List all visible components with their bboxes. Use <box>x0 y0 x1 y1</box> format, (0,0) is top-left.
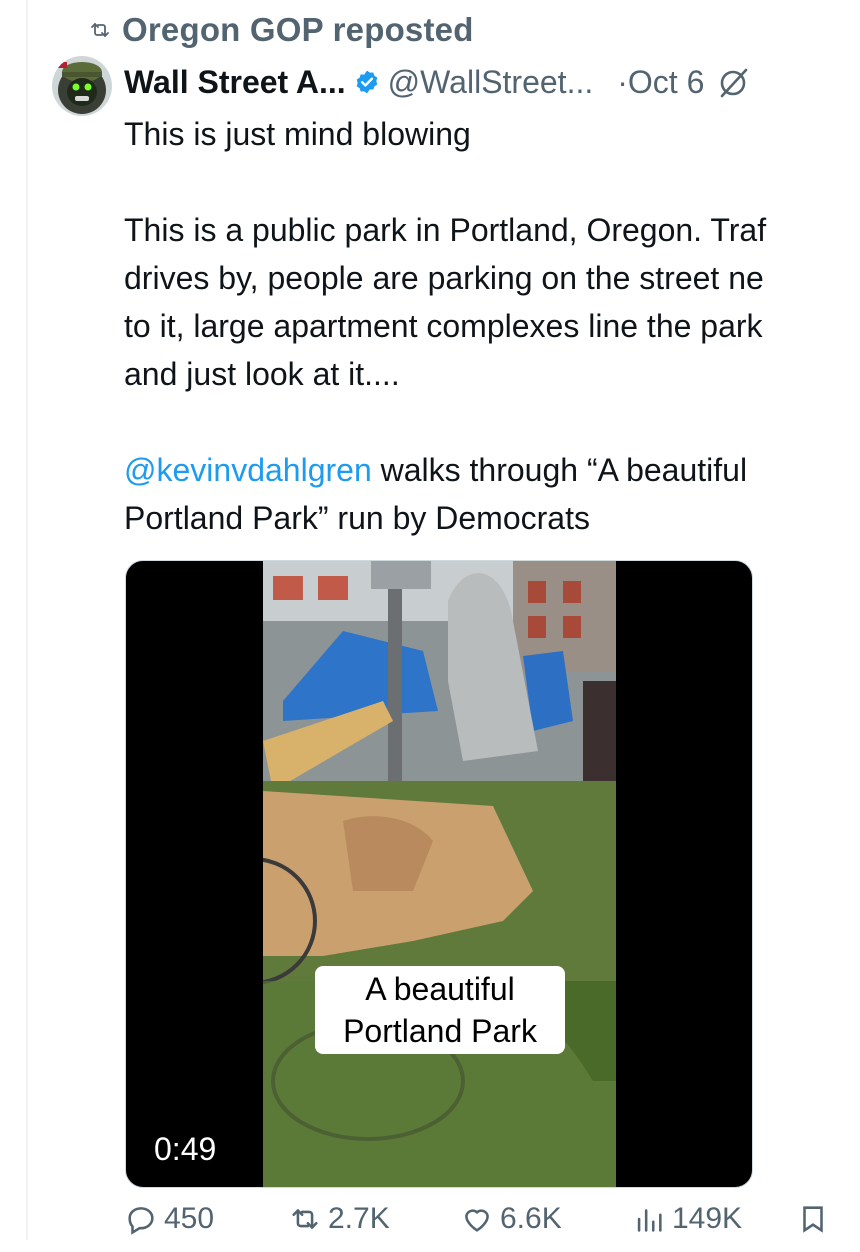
like-count: 6.6K <box>500 1202 562 1235</box>
video-player[interactable]: A beautiful Portland Park 0:49 <box>125 560 753 1188</box>
caption-line: A beautiful <box>365 971 515 1007</box>
action-bar: 450 2.7K 6.6K 149K <box>124 1202 860 1252</box>
heart-icon <box>465 1209 489 1232</box>
reply-count: 450 <box>164 1202 215 1235</box>
tweet-line: and just look at it.... <box>124 356 400 392</box>
reply-button[interactable]: 450 <box>124 1202 214 1236</box>
like-button[interactable]: 6.6K <box>460 1202 562 1236</box>
timeline-divider <box>26 0 28 1240</box>
bar-chart-icon <box>637 1209 662 1232</box>
bookmark-icon <box>803 1206 823 1233</box>
tweet-line: drives by, people are parking on the str… <box>124 260 764 296</box>
repost-count: 2.7K <box>328 1202 390 1235</box>
repost-button[interactable]: 2.7K <box>288 1202 390 1236</box>
park-scene-image <box>263 561 616 1187</box>
tweet-line: to it, large apartment complexes line th… <box>124 308 763 344</box>
tweet-line: Portland Park” run by Democrats <box>124 500 590 536</box>
tweet-line: @kevinvdahlgren walks through “A beautif… <box>124 446 860 494</box>
view-count: 149K <box>672 1202 743 1235</box>
bookmark-button[interactable] <box>796 1202 830 1236</box>
verified-badge-icon <box>356 70 377 94</box>
tweet-line-rest: walks through “A beautiful <box>371 452 748 488</box>
repost-icon <box>91 23 109 37</box>
caption-line: Portland Park <box>343 1013 537 1049</box>
video-caption: A beautiful Portland Park <box>315 966 565 1054</box>
tweet-header: Wall Street A... @WallStreet... · Oct 6 <box>124 58 752 106</box>
video-frame: A beautiful Portland Park <box>263 561 616 1187</box>
tweet-line: This is a public park in Portland, Orego… <box>124 212 767 248</box>
repost-indicator[interactable]: Oregon GOP reposted <box>88 8 474 52</box>
gorilla-avatar-icon <box>52 56 112 116</box>
grok-icon[interactable] <box>716 64 752 100</box>
tweet-date[interactable]: Oct 6 <box>628 64 704 101</box>
separator-dot: · <box>617 63 628 100</box>
tweet-line: This is just mind blowing <box>124 116 471 152</box>
video-duration: 0:49 <box>144 1127 227 1172</box>
mention-link[interactable]: @kevinvdahlgren <box>124 452 372 488</box>
author-name[interactable]: Wall Street A... <box>124 64 346 101</box>
tweet-text: This is just mind blowing This is a publ… <box>124 110 860 542</box>
repost-label: Oregon GOP reposted <box>122 11 474 48</box>
author-handle[interactable]: @WallStreet... <box>388 64 594 101</box>
avatar[interactable] <box>52 56 112 116</box>
repost-icon <box>292 1209 318 1229</box>
views-button[interactable]: 149K <box>632 1202 742 1236</box>
reply-icon <box>128 1207 154 1235</box>
